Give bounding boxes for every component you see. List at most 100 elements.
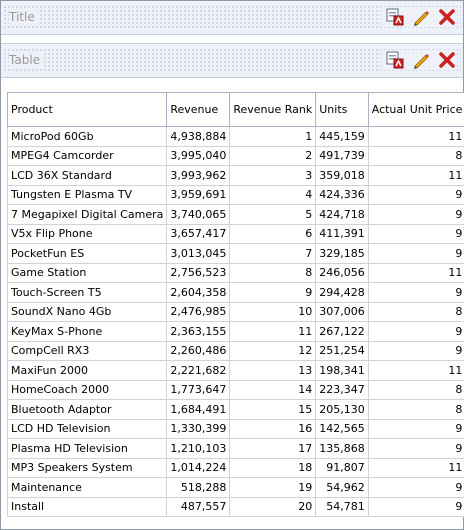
cell-units: 267,122 bbox=[315, 321, 369, 342]
cell-revenue-rank: 20 bbox=[229, 496, 317, 517]
cell-revenue-rank: 8 bbox=[229, 262, 317, 283]
edit-pencil-icon[interactable] bbox=[411, 7, 431, 27]
cell-product: LCD HD Television bbox=[6, 418, 168, 439]
cell-actual-unit-price: 8 bbox=[367, 379, 464, 400]
delete-x-icon[interactable] bbox=[437, 50, 457, 70]
cell-actual-unit-price: 11 bbox=[367, 262, 464, 283]
cell-actual-unit-price: 11 bbox=[367, 360, 464, 381]
cell-revenue: 1,684,491 bbox=[166, 399, 231, 420]
cell-revenue: 2,363,155 bbox=[166, 321, 231, 342]
cell-actual-unit-price: 8 bbox=[367, 145, 464, 166]
table-container: Product Revenue Revenue Rank Units Actua… bbox=[6, 92, 464, 517]
cell-actual-unit-price: 9 bbox=[367, 223, 464, 244]
cell-product: SoundX Nano 4Gb bbox=[6, 301, 168, 322]
cell-product: LCD 36X Standard bbox=[6, 165, 168, 186]
cell-revenue: 2,476,985 bbox=[166, 301, 231, 322]
cell-revenue: 1,014,224 bbox=[166, 457, 231, 478]
cell-revenue-rank: 16 bbox=[229, 418, 317, 439]
table-row: LCD 36X Standard 3,993,962 3 359,018 11 bbox=[6, 165, 464, 186]
cell-units: 424,336 bbox=[315, 184, 369, 205]
delete-x-icon[interactable] bbox=[437, 7, 457, 27]
cell-units: 424,718 bbox=[315, 204, 369, 225]
cell-revenue: 2,604,358 bbox=[166, 282, 231, 303]
cell-units: 294,428 bbox=[315, 282, 369, 303]
cell-revenue-rank: 13 bbox=[229, 360, 317, 381]
cell-actual-unit-price: 8 bbox=[367, 301, 464, 322]
cell-revenue: 1,330,399 bbox=[166, 418, 231, 439]
report-canvas: Title Table Product Revenue Revenue Rank… bbox=[0, 0, 464, 530]
cell-product: Install bbox=[6, 496, 168, 517]
table-row: Plasma HD Television 1,210,103 17 135,868 9 bbox=[6, 438, 464, 459]
cell-units: 411,391 bbox=[315, 223, 369, 244]
cell-product: Bluetooth Adaptor bbox=[6, 399, 168, 420]
cell-revenue: 3,993,962 bbox=[166, 165, 231, 186]
column-header-product[interactable]: Product bbox=[6, 92, 168, 127]
cell-actual-unit-price: 9 bbox=[367, 321, 464, 342]
cell-units: 251,254 bbox=[315, 340, 369, 361]
cell-product: Plasma HD Television bbox=[6, 438, 168, 459]
table-header-row: Product Revenue Revenue Rank Units Actua… bbox=[6, 92, 464, 127]
cell-product: MaxiFun 2000 bbox=[6, 360, 168, 381]
cell-actual-unit-price: 9 bbox=[367, 438, 464, 459]
cell-units: 142,565 bbox=[315, 418, 369, 439]
cell-actual-unit-price: 9 bbox=[367, 243, 464, 264]
column-header-revenue[interactable]: Revenue bbox=[166, 92, 231, 127]
cell-revenue-rank: 5 bbox=[229, 204, 317, 225]
cell-units: 491,739 bbox=[315, 145, 369, 166]
table-row: KeyMax S-Phone 2,363,155 11 267,122 9 bbox=[6, 321, 464, 342]
table-row: Game Station 2,756,523 8 246,056 11 bbox=[6, 262, 464, 283]
cell-units: 307,006 bbox=[315, 301, 369, 322]
cell-revenue-rank: 10 bbox=[229, 301, 317, 322]
table-row: 7 Megapixel Digital Camera 3,740,065 5 424,… bbox=[6, 204, 464, 225]
cell-product: Tungsten E Plasma TV bbox=[6, 184, 168, 205]
cell-units: 445,159 bbox=[315, 126, 369, 147]
cell-revenue: 1,210,103 bbox=[166, 438, 231, 459]
title-pane-header: Title bbox=[1, 1, 463, 35]
table-row: CompCell RX3 2,260,486 12 251,254 9 bbox=[6, 340, 464, 361]
table-row: Touch-Screen T5 2,604,358 9 294,428 9 bbox=[6, 282, 464, 303]
table-row: PocketFun ES 3,013,045 7 329,185 9 bbox=[6, 243, 464, 264]
cell-units: 246,056 bbox=[315, 262, 369, 283]
cell-product: KeyMax S-Phone bbox=[6, 321, 168, 342]
cell-product: MicroPod 60Gb bbox=[6, 126, 168, 147]
title-pane-label: Title bbox=[9, 10, 39, 24]
cell-actual-unit-price: 8 bbox=[367, 399, 464, 420]
export-icon[interactable] bbox=[385, 7, 405, 27]
export-icon[interactable] bbox=[385, 50, 405, 70]
table-pane-toolbar bbox=[381, 50, 457, 70]
cell-revenue-rank: 9 bbox=[229, 282, 317, 303]
cell-revenue: 3,959,691 bbox=[166, 184, 231, 205]
cell-product: Maintenance bbox=[6, 477, 168, 498]
table-row: MaxiFun 2000 2,221,682 13 198,341 11 bbox=[6, 360, 464, 381]
column-header-actual-unit-price[interactable]: Actual Unit Price bbox=[367, 92, 464, 127]
cell-units: 198,341 bbox=[315, 360, 369, 381]
cell-actual-unit-price: 11 bbox=[367, 457, 464, 478]
cell-revenue-rank: 1 bbox=[229, 126, 317, 147]
edit-pencil-icon[interactable] bbox=[411, 50, 431, 70]
cell-revenue: 3,657,417 bbox=[166, 223, 231, 244]
cell-revenue: 1,773,647 bbox=[166, 379, 231, 400]
cell-revenue-rank: 19 bbox=[229, 477, 317, 498]
column-header-revenue-rank[interactable]: Revenue Rank bbox=[229, 92, 317, 127]
cell-revenue-rank: 2 bbox=[229, 145, 317, 166]
cell-units: 135,868 bbox=[315, 438, 369, 459]
cell-revenue-rank: 12 bbox=[229, 340, 317, 361]
cell-revenue: 2,221,682 bbox=[166, 360, 231, 381]
cell-units: 54,781 bbox=[315, 496, 369, 517]
cell-revenue-rank: 11 bbox=[229, 321, 317, 342]
table-body: MicroPod 60Gb 4,938,884 1 445,159 11 MPEG4 Ca… bbox=[6, 126, 464, 517]
cell-revenue-rank: 3 bbox=[229, 165, 317, 186]
cell-units: 329,185 bbox=[315, 243, 369, 264]
cell-revenue-rank: 17 bbox=[229, 438, 317, 459]
cell-product: HomeCoach 2000 bbox=[6, 379, 168, 400]
cell-revenue-rank: 14 bbox=[229, 379, 317, 400]
cell-units: 205,130 bbox=[315, 399, 369, 420]
table-row: V5x Flip Phone 3,657,417 6 411,391 9 bbox=[6, 223, 464, 244]
cell-revenue: 3,740,065 bbox=[166, 204, 231, 225]
table-row: LCD HD Television 1,330,399 16 142,565 9 bbox=[6, 418, 464, 439]
cell-revenue-rank: 7 bbox=[229, 243, 317, 264]
cell-revenue: 2,260,486 bbox=[166, 340, 231, 361]
cell-product: CompCell RX3 bbox=[6, 340, 168, 361]
column-header-units[interactable]: Units bbox=[315, 92, 369, 127]
table-row: Tungsten E Plasma TV 3,959,691 4 424,336 9 bbox=[6, 184, 464, 205]
